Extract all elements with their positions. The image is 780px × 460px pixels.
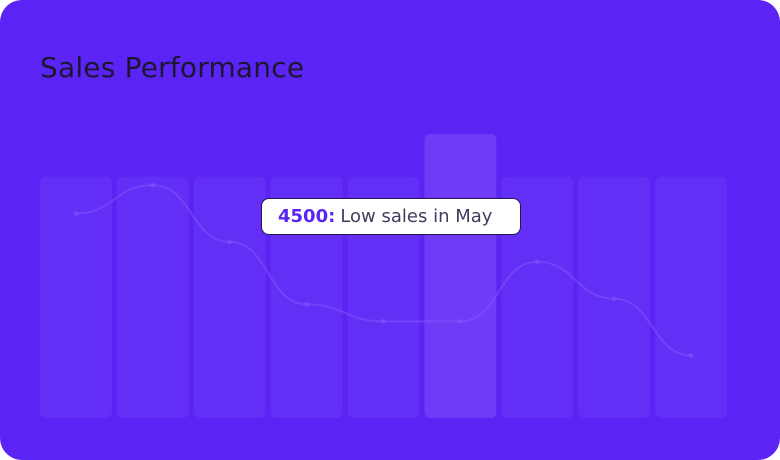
chart-title: Sales Performance: [40, 51, 305, 84]
bars-layer: [40, 134, 727, 418]
trend-point-0: [73, 211, 79, 216]
trend-point-2: [227, 239, 233, 245]
trend-point-3: [304, 301, 310, 307]
bar-8: [655, 176, 727, 418]
tooltip-value: 4500: [278, 205, 329, 227]
chart-tooltip: 4500 : Low sales in May: [261, 198, 521, 235]
bar-5: [424, 134, 497, 418]
trend-point-4: [381, 318, 386, 324]
bar-2: [193, 176, 266, 418]
tooltip-text: Low sales in May: [340, 205, 493, 227]
sales-performance-card: Sales Performance 4500 : Low sales in Ma…: [0, 0, 780, 460]
trend-point-8: [688, 353, 694, 358]
trend-point-1: [150, 182, 156, 188]
tooltip-separator: :: [328, 205, 336, 227]
bar-1: [116, 176, 189, 418]
trend-point-5: [457, 318, 463, 324]
trend-point-6: [534, 259, 540, 265]
trend-point-7: [611, 296, 617, 302]
